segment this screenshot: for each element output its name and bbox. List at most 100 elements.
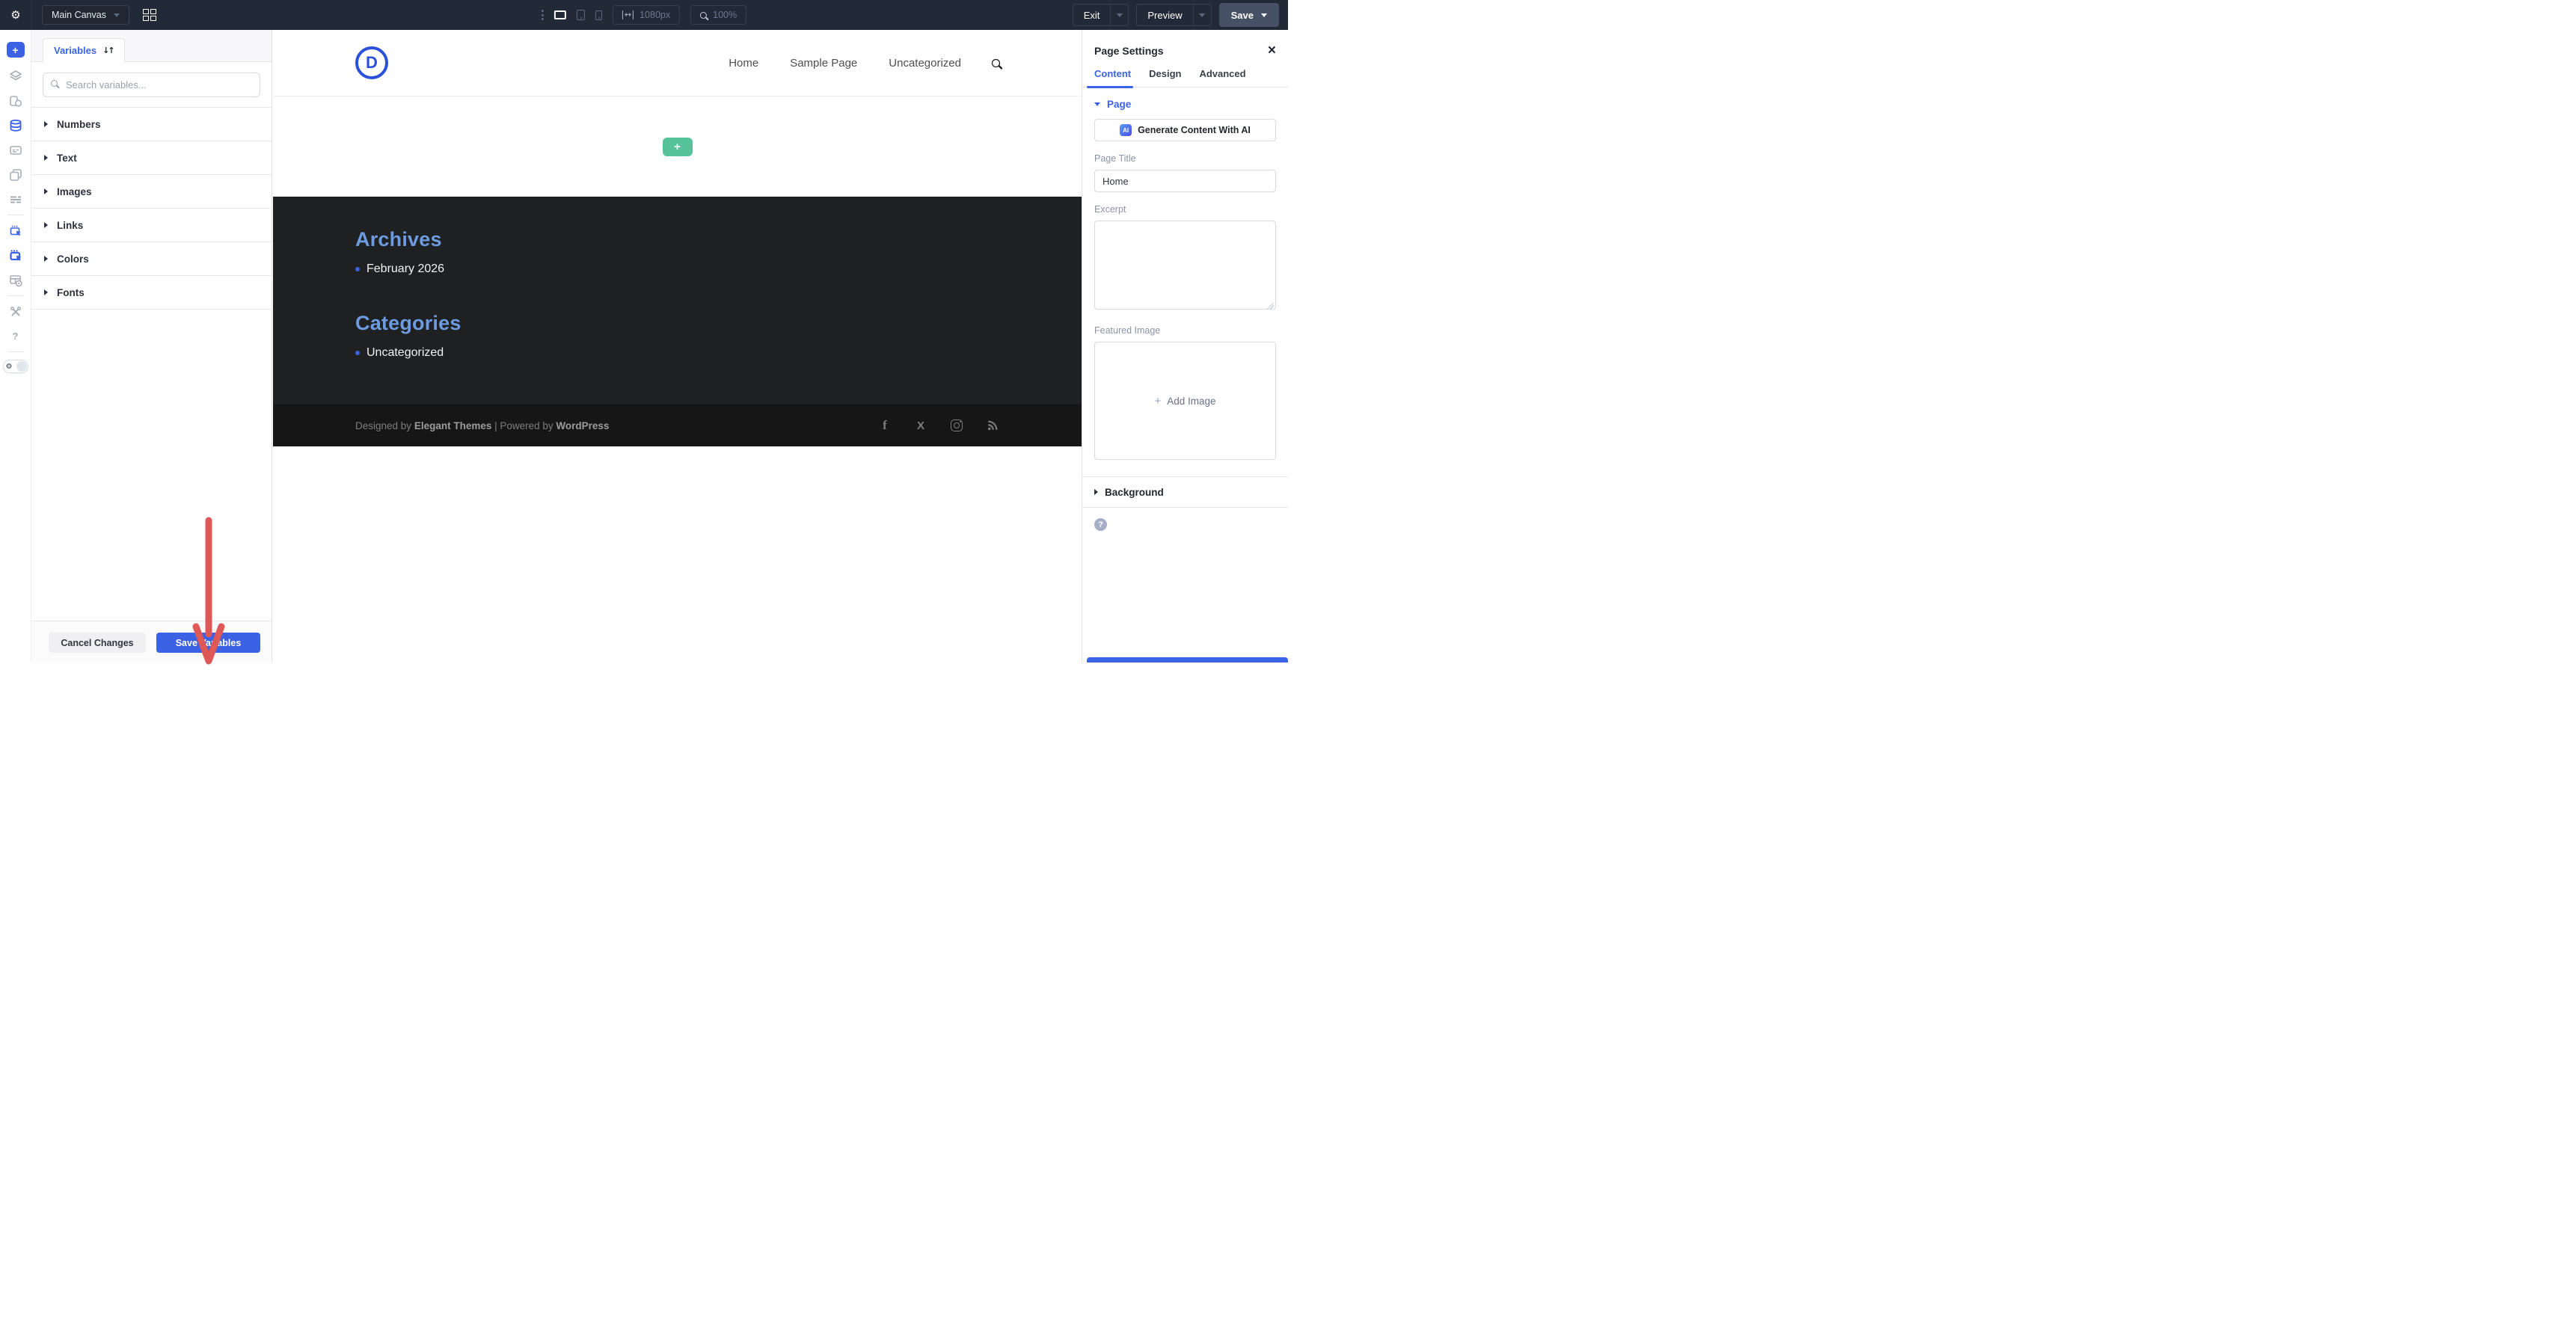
excerpt-textarea[interactable] — [1094, 221, 1276, 310]
page-settings-title: Page Settings — [1094, 44, 1164, 57]
group-row-text[interactable]: Text — [31, 141, 272, 175]
variables-tab-label: Variables — [54, 44, 97, 56]
copy-pages-icon[interactable] — [0, 162, 31, 187]
desktop-view-icon[interactable] — [553, 10, 566, 19]
canvas-select-value: Main Canvas — [52, 10, 106, 20]
group-label: Text — [57, 152, 77, 164]
save-button[interactable]: Save — [1218, 3, 1279, 27]
canvas-zoom-value: 100% — [713, 10, 737, 20]
search-variables-input[interactable] — [43, 73, 260, 97]
chevron-down-icon — [1094, 102, 1100, 106]
exit-button[interactable]: Exit — [1073, 4, 1111, 25]
add-module-button[interactable] — [6, 42, 25, 58]
categories-heading: Categories — [355, 312, 461, 334]
template-disc-icon[interactable] — [0, 268, 31, 292]
group-row-numbers[interactable]: Numbers — [31, 108, 272, 141]
ai-badge-icon: AI — [1120, 124, 1132, 136]
help-badge-icon[interactable] — [1094, 518, 1107, 531]
excerpt-label: Excerpt — [1094, 204, 1126, 215]
chevron-right-icon — [44, 289, 48, 295]
divi-logo[interactable] — [355, 46, 388, 79]
exit-dropdown-arrow[interactable] — [1110, 4, 1128, 25]
group-label: Numbers — [57, 118, 101, 130]
search-icon — [51, 80, 58, 87]
close-icon[interactable] — [1268, 43, 1276, 58]
module-card-icon[interactable] — [0, 138, 31, 162]
nav-link-sample-page[interactable]: Sample Page — [790, 57, 857, 70]
panel-save-button-partial[interactable] — [1087, 657, 1288, 662]
archive-item[interactable]: February 2026 — [355, 262, 999, 276]
site-nav: Home Sample Page Uncategorized — [729, 57, 1001, 70]
group-row-images[interactable]: Images — [31, 175, 272, 209]
nav-link-uncategorized[interactable]: Uncategorized — [889, 57, 961, 70]
plus-icon — [1154, 395, 1161, 408]
archives-list: February 2026 — [355, 262, 999, 276]
group-row-colors[interactable]: Colors — [31, 242, 272, 276]
generate-content-ai-button[interactable]: AI Generate Content With AI — [1094, 119, 1276, 141]
site-footer: Designed by Elegant Themes | Powered by … — [273, 405, 1082, 446]
canvas-width-value: 1080px — [640, 10, 671, 20]
topbar-left: Main Canvas — [0, 0, 156, 30]
tools-icon[interactable] — [0, 299, 31, 324]
chevron-down-icon — [113, 13, 120, 17]
categories-list: Uncategorized — [355, 346, 999, 360]
canvas-width-control[interactable]: 1080px — [612, 5, 681, 25]
interaction-filled-icon[interactable] — [0, 243, 31, 268]
canvas-zoom-control[interactable]: 100% — [690, 5, 747, 25]
rail-divider — [7, 351, 24, 352]
instagram-icon[interactable] — [950, 419, 963, 432]
preview-dropdown-arrow[interactable] — [1192, 4, 1211, 25]
footer-credits: Designed by Elegant Themes | Powered by … — [355, 419, 610, 431]
chevron-right-icon — [44, 222, 48, 228]
sort-arrows-icon[interactable] — [102, 46, 113, 55]
interaction-icon[interactable] — [0, 218, 31, 243]
featured-image-box[interactable]: Add Image — [1094, 342, 1276, 460]
site-search-icon[interactable] — [991, 58, 1001, 67]
presets-icon[interactable] — [0, 88, 31, 113]
page-title-input[interactable] — [1094, 170, 1276, 192]
layers-icon[interactable] — [0, 64, 31, 88]
sidebar-widgets-section: Archives February 2026 Categories Uncate… — [273, 197, 1082, 405]
save-variables-button[interactable]: Save Variables — [156, 633, 260, 653]
builder-settings-toggle[interactable] — [2, 360, 28, 373]
phone-view-icon[interactable] — [595, 10, 602, 20]
x-icon[interactable] — [914, 419, 927, 432]
grid-view-icon[interactable] — [142, 9, 156, 21]
nav-link-home[interactable]: Home — [729, 57, 758, 70]
kebab-menu-icon[interactable] — [541, 10, 544, 20]
settings-gear-icon[interactable] — [0, 8, 31, 22]
page-accordion-toggle[interactable]: Page — [1094, 87, 1276, 119]
save-button-label: Save — [1230, 9, 1254, 21]
zoom-magnifier-icon — [700, 11, 708, 19]
wireframe-rows-icon[interactable] — [0, 187, 31, 212]
topbar-divider — [31, 0, 32, 30]
facebook-icon[interactable] — [878, 419, 892, 432]
elegant-themes-link[interactable]: Elegant Themes — [414, 420, 492, 431]
chevron-right-icon — [44, 188, 48, 194]
tab-variables[interactable]: Variables — [43, 38, 125, 62]
page-canvas: Home Sample Page Uncategorized Archives … — [273, 30, 1082, 662]
group-label: Links — [57, 219, 84, 231]
group-row-links[interactable]: Links — [31, 209, 272, 242]
tab-design[interactable]: Design — [1149, 68, 1181, 87]
topbar-right: Exit Preview Save — [1072, 3, 1288, 27]
category-item[interactable]: Uncategorized — [355, 346, 999, 360]
tab-advanced[interactable]: Advanced — [1199, 68, 1245, 87]
background-accordion-toggle[interactable]: Background — [1082, 476, 1288, 508]
tablet-view-icon[interactable] — [576, 10, 585, 20]
preview-button[interactable]: Preview — [1137, 4, 1192, 25]
help-icon[interactable] — [0, 324, 31, 348]
cancel-changes-button[interactable]: Cancel Changes — [49, 633, 146, 653]
canvas-select-dropdown[interactable]: Main Canvas — [42, 5, 129, 25]
group-row-fonts[interactable]: Fonts — [31, 276, 272, 310]
rss-icon[interactable] — [986, 419, 999, 432]
wordpress-link[interactable]: WordPress — [556, 420, 609, 431]
settings-tabs: Content Design Advanced — [1082, 65, 1288, 88]
exit-split-button: Exit — [1072, 4, 1129, 26]
variables-database-icon[interactable] — [0, 113, 31, 138]
variables-tab-strip: Variables — [31, 30, 272, 62]
width-resize-icon — [622, 10, 634, 19]
page-settings-body: Page AI Generate Content With AI Page Ti… — [1082, 87, 1288, 531]
add-section-button[interactable] — [662, 137, 693, 156]
tab-content[interactable]: Content — [1094, 68, 1131, 87]
